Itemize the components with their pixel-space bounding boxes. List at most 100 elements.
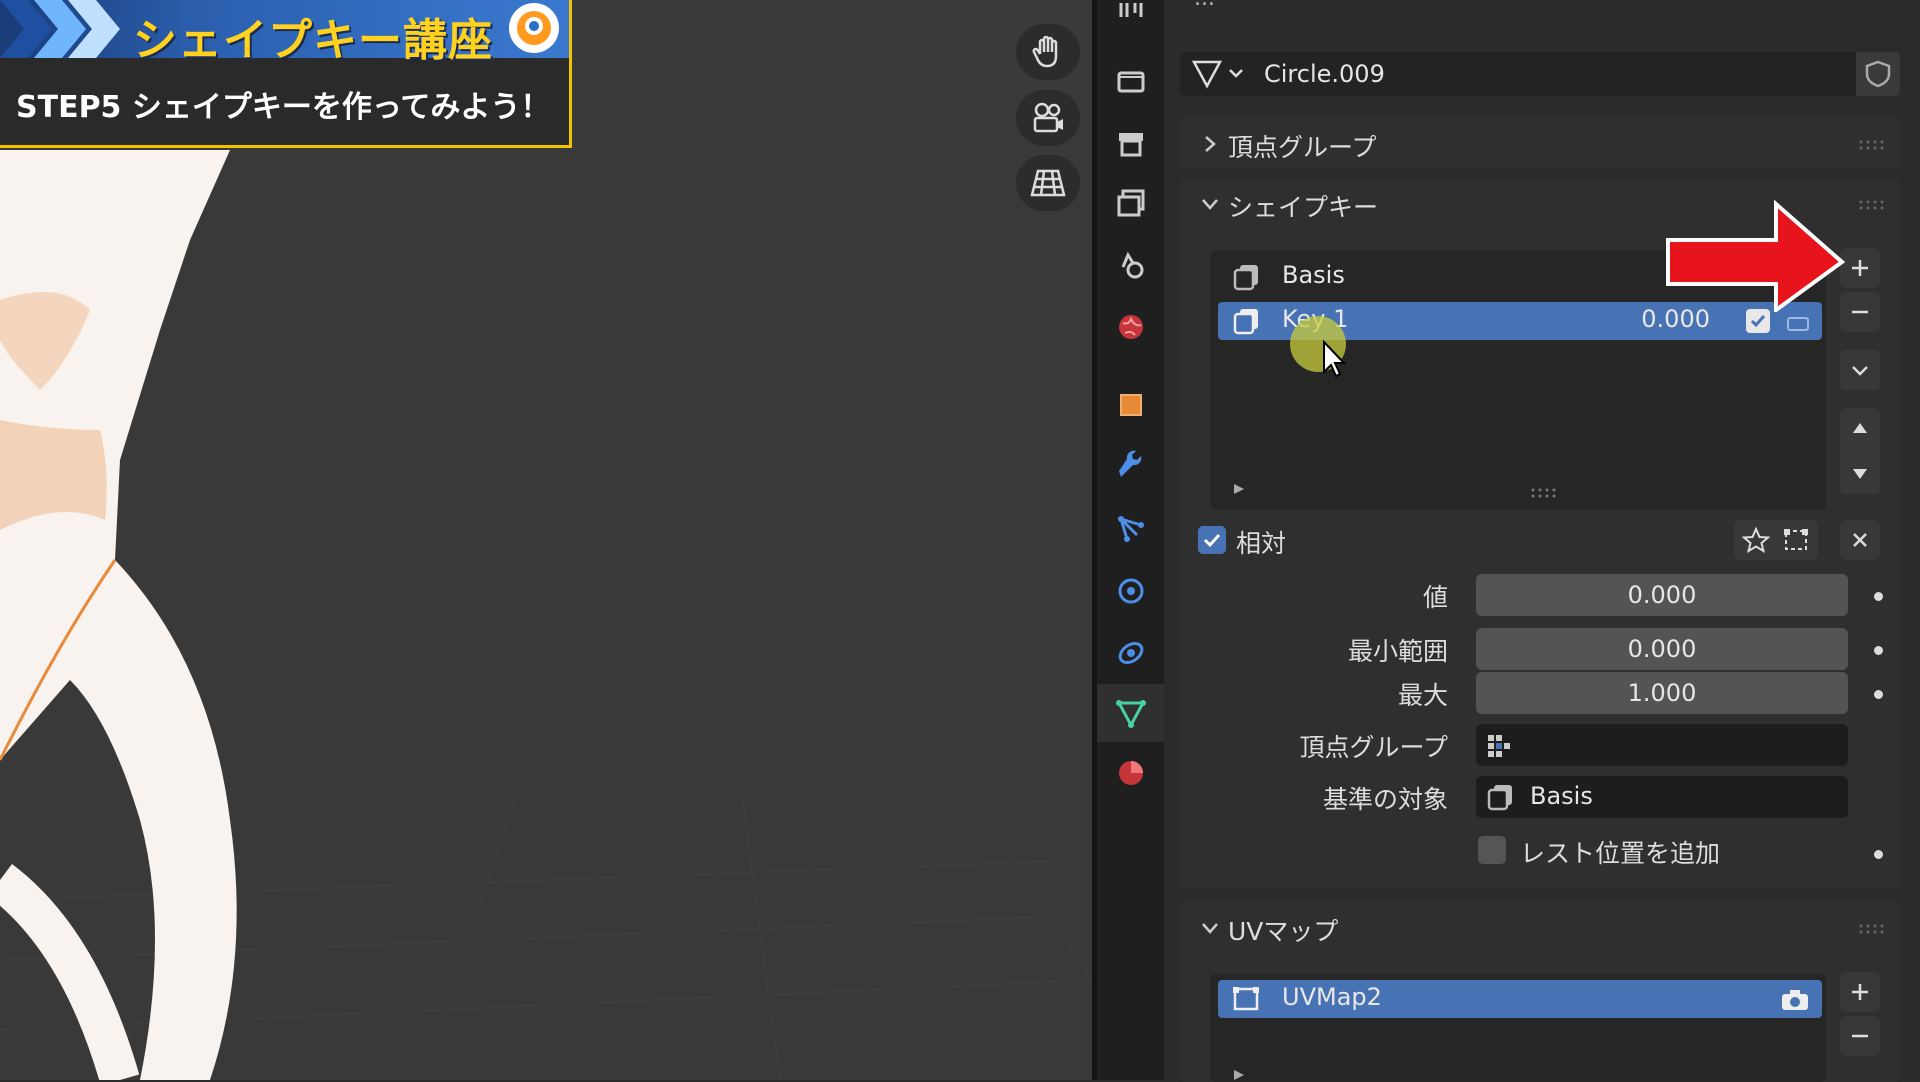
edit-mode-shape-icon[interactable] (1782, 527, 1810, 553)
camera-view-button[interactable] (1016, 90, 1080, 146)
shield-icon (1865, 60, 1891, 88)
relative-checkbox[interactable] (1198, 526, 1226, 554)
remove-uv-map-button[interactable] (1840, 1016, 1880, 1056)
value-field[interactable]: 0.000 (1476, 574, 1848, 616)
fake-user-button[interactable] (1856, 52, 1900, 96)
shape-key-icon (1233, 309, 1258, 335)
drag-grip-icon[interactable] (1858, 924, 1884, 934)
keyframe-dot-icon[interactable] (1874, 850, 1883, 859)
mesh-data-icon (1115, 700, 1146, 729)
add-shape-key-button[interactable] (1840, 248, 1880, 288)
clear-shape-keys-button[interactable] (1840, 520, 1880, 560)
checkmark-icon (1203, 533, 1221, 548)
properties-tab-column (1092, 0, 1164, 1080)
relative-label: 相対 (1236, 529, 1287, 558)
wrench-icon (1118, 450, 1141, 477)
mesh-data-icon (1191, 60, 1243, 89)
add-rest-position-checkbox[interactable] (1478, 836, 1506, 864)
value-label: 値 (1422, 583, 1448, 612)
tab-object[interactable] (1097, 376, 1164, 434)
viewport-scene (0, 150, 1092, 1080)
tool-icon (1119, 3, 1142, 17)
physics-icon (1118, 578, 1143, 604)
keyframe-dot-icon[interactable] (1874, 646, 1883, 655)
keyframe-dot-icon[interactable] (1874, 592, 1883, 601)
uv-maps-header[interactable]: UVマップ (1180, 902, 1900, 952)
3d-viewport[interactable]: シェイプキー講座 STEP5 シェイプキーを作ってみよう！ (0, 0, 1092, 1080)
camera-icon[interactable] (1780, 988, 1810, 1012)
tab-scene[interactable] (1097, 236, 1164, 294)
uv-maps-panel: UVマップ UVMap2 (1180, 902, 1900, 1082)
grid-icon (1030, 169, 1066, 197)
properties-panel: ... Circle.009 頂点グループ シェイプキー Basis (1164, 0, 1920, 1082)
world-icon (1118, 315, 1143, 339)
material-icon (1118, 761, 1143, 785)
shape-key-tools (1734, 520, 1818, 560)
tab-modifiers[interactable] (1097, 438, 1164, 496)
shape-keys-panel: シェイプキー Basis Key 1 0.000 相対 値 0.000 最小範囲… (1180, 178, 1900, 888)
uv-map-icon (1233, 987, 1259, 1011)
move-down-icon[interactable] (1850, 464, 1870, 484)
constraints-icon (1118, 641, 1143, 665)
chevron-down-icon (1202, 199, 1218, 210)
uv-map-list[interactable]: UVMap2 (1210, 974, 1826, 1082)
add-rest-position-label: レスト位置を追加 (1520, 839, 1721, 868)
max-label: 最大 (1397, 681, 1448, 710)
tab-tool[interactable] (1097, 0, 1164, 46)
tab-particles[interactable] (1097, 500, 1164, 558)
plus-icon (1852, 260, 1868, 276)
drag-grip-icon[interactable] (1858, 140, 1884, 150)
tab-render[interactable] (1097, 52, 1164, 110)
uv-map-name[interactable]: UVMap2 (1282, 983, 1382, 1011)
keyframe-dot-icon[interactable] (1874, 690, 1883, 699)
move-up-icon[interactable] (1850, 418, 1870, 438)
chevron-down-icon (1202, 923, 1218, 934)
image-stack-icon (1117, 189, 1144, 217)
list-item[interactable]: UVMap2 (1218, 980, 1822, 1018)
shape-key-mute-checkbox[interactable] (1746, 309, 1770, 333)
lock-shape-icon[interactable] (1786, 312, 1810, 332)
object-icon (1119, 394, 1142, 416)
max-field[interactable]: 1.000 (1476, 672, 1848, 714)
vertex-groups-label: 頂点グループ (1228, 133, 1377, 162)
printer-icon (1118, 133, 1143, 157)
shape-keys-label: シェイプキー (1228, 193, 1379, 222)
chevron-down-icon (1852, 366, 1868, 376)
checkmark-icon (1750, 315, 1766, 328)
chevron-arrows-icon (0, 0, 120, 58)
hand-icon (1032, 35, 1058, 68)
mesh-datablock-selector[interactable]: Circle.009 (1180, 52, 1900, 96)
vertex-group-field[interactable] (1476, 724, 1848, 766)
shape-key-icon (1487, 785, 1512, 811)
mouse-cursor-icon (1290, 316, 1347, 378)
vertex-groups-header[interactable]: 頂点グループ (1180, 118, 1900, 168)
minus-icon (1852, 310, 1868, 314)
star-icon[interactable] (1742, 527, 1770, 553)
move-buttons-group (1840, 408, 1880, 494)
range-min-field[interactable]: 0.000 (1476, 628, 1848, 670)
mesh-data-name[interactable]: Circle.009 (1264, 52, 1385, 96)
relative-to-field[interactable]: Basis (1476, 776, 1848, 818)
triangle-right-icon[interactable] (1232, 482, 1246, 496)
logo-icon (509, 3, 559, 53)
vertex-group-icon (1488, 735, 1510, 757)
shape-key-specials-menu[interactable] (1840, 350, 1880, 390)
shape-key-icon (1233, 265, 1258, 291)
tab-world[interactable] (1097, 298, 1164, 356)
banner-header: シェイプキー講座 (0, 0, 569, 66)
minus-icon (1852, 1034, 1868, 1038)
add-uv-map-button[interactable] (1840, 972, 1880, 1012)
render-icon (1117, 71, 1144, 93)
relative-to-label: 基準の対象 (1322, 785, 1448, 814)
remove-shape-key-button[interactable] (1840, 292, 1880, 332)
tab-view-layer[interactable] (1097, 174, 1164, 232)
camera-icon (1033, 102, 1063, 133)
tab-output[interactable] (1097, 114, 1164, 172)
drag-grip-icon[interactable] (1858, 200, 1884, 210)
banner-title: シェイプキー講座 (133, 15, 493, 66)
plus-icon (1852, 984, 1868, 1000)
close-icon (1853, 533, 1867, 547)
pan-tool-button[interactable] (1016, 24, 1080, 80)
toggle-perspective-button[interactable] (1016, 155, 1080, 211)
resize-grip-icon[interactable] (1530, 488, 1556, 498)
